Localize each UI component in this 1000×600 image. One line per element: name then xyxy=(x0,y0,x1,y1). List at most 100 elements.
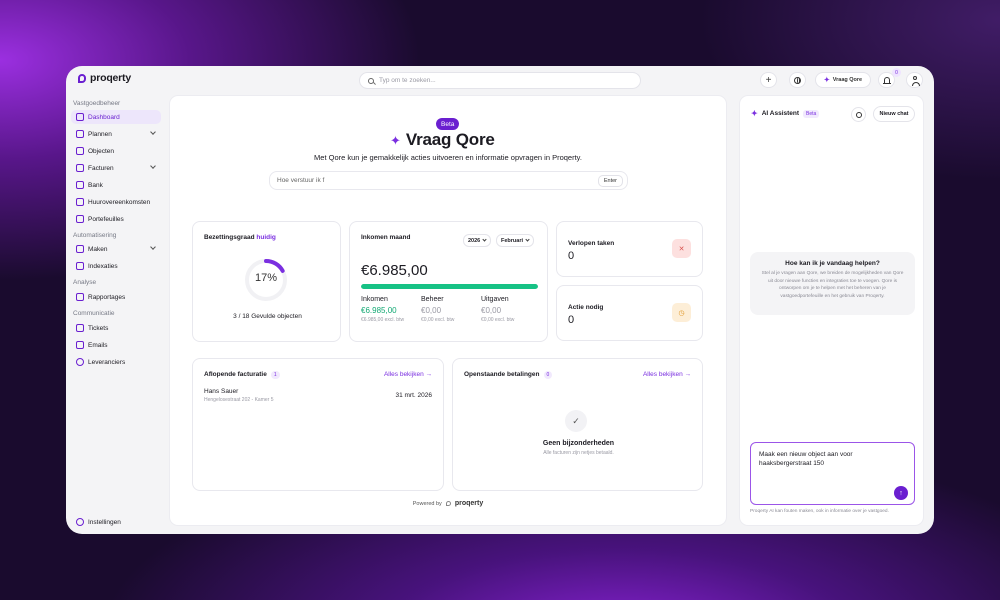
see-all-link[interactable]: Alles bekijken → xyxy=(384,371,432,378)
sparkle-icon: ✦ xyxy=(823,77,830,84)
sidebar-item-facturen[interactable]: Facturen xyxy=(71,161,161,175)
clock-icon xyxy=(855,111,862,118)
ask-input[interactable]: Hoe verstuur ik f Enter xyxy=(269,171,628,190)
section-communicatie: Communicatie xyxy=(73,310,115,317)
sidebar-item-indexaties[interactable]: Indexaties xyxy=(71,259,161,273)
income-column-beheer: Beheer €0,00 €0,00 excl. btw xyxy=(421,296,454,323)
profile-button[interactable] xyxy=(906,72,923,88)
chevron-down-icon xyxy=(150,244,156,250)
year-value: 2026 xyxy=(468,237,481,244)
card-title-text: Aflopende facturatie xyxy=(204,371,267,378)
column-excl: €0,00 excl. btw xyxy=(481,317,515,323)
top-bar: proqerty Typ om te zoeken... + ✦ Vraag Q… xyxy=(66,66,934,94)
section-automatisering: Automatisering xyxy=(73,232,117,239)
language-button[interactable] xyxy=(789,72,806,88)
column-value: €6.985,00 xyxy=(361,306,397,315)
ticket-icon xyxy=(76,324,84,332)
sidebar-item-huurovereenkomsten[interactable]: Huurovereenkomsten xyxy=(71,195,161,209)
hero-title: ✦ Vraag Qore xyxy=(390,130,495,150)
history-button[interactable] xyxy=(851,107,866,122)
ask-qore-label: Vraag Qore xyxy=(832,77,863,83)
month-value: Februari xyxy=(501,237,524,244)
occupancy-percent: 17% xyxy=(254,272,278,284)
ask-input-value: Hoe verstuur ik f xyxy=(277,177,325,184)
income-column-uitgaven: Uitgaven €0,00 €0,00 excl. btw xyxy=(481,296,514,323)
hero-subtitle: Met Qore kun je gemakkelijk acties uitvo… xyxy=(314,153,582,162)
notifications-badge: 0 xyxy=(892,68,901,77)
folder-icon xyxy=(76,215,84,223)
logo-text: proqerty xyxy=(90,72,131,84)
sidebar-item-label: Plannen xyxy=(88,130,112,138)
sidebar-item-portefeuilles[interactable]: Portefeuilles xyxy=(71,212,161,226)
powered-by: Powered by proqerty xyxy=(170,500,726,507)
income-title: Inkomen maand xyxy=(361,234,411,241)
expired-tasks-card[interactable]: Verlopen taken 0 ✕ xyxy=(556,221,703,277)
occupancy-ring: 17% xyxy=(243,257,289,303)
sidebar-item-plannen[interactable]: Plannen xyxy=(71,127,161,141)
open-payments-title: Openstaande betalingen 0 xyxy=(464,371,553,379)
action-needed-card[interactable]: Actie nodig 0 ◷ xyxy=(556,285,703,341)
column-label: Beheer xyxy=(421,296,444,303)
sidebar-item-maken[interactable]: Maken xyxy=(71,242,161,256)
proqerty-logo-icon xyxy=(78,73,86,83)
sidebar-item-bank[interactable]: Bank xyxy=(71,178,161,192)
bell-icon xyxy=(882,77,891,84)
tenant-name[interactable]: Hans Sauer xyxy=(204,388,238,395)
new-chat-button[interactable]: Nieuw chat xyxy=(873,106,915,122)
expiring-invoicing-card: Aflopende facturatie 1 Alles bekijken → H… xyxy=(192,358,444,491)
index-icon xyxy=(76,262,84,270)
sidebar-item-objecten[interactable]: Objecten xyxy=(71,144,161,158)
sidebar-item-label: Indexaties xyxy=(88,262,118,270)
sidebar-item-label: Facturen xyxy=(88,164,114,172)
see-all-link[interactable]: Alles bekijken → xyxy=(643,371,691,378)
ai-assistant-title: ✦ AI Assistent Beta xyxy=(751,109,820,118)
contract-icon xyxy=(76,198,84,206)
ask-qore-button[interactable]: ✦ Vraag Qore xyxy=(815,72,871,88)
month-select[interactable]: Februari xyxy=(496,234,535,247)
calendar-icon xyxy=(76,130,84,138)
sidebar-item-label: Emails xyxy=(88,341,108,349)
main-panel: Beta ✦ Vraag Qore Met Qore kun je gemakk… xyxy=(169,95,727,526)
help-text: Stel al je vragen aan Qore, we breiden d… xyxy=(761,271,904,299)
column-excl: €6.985,00 excl. btw xyxy=(361,317,405,323)
sidebar-item-rapportages[interactable]: Rapportages xyxy=(71,290,161,304)
year-select[interactable]: 2026 xyxy=(463,234,492,247)
sidebar-item-tickets[interactable]: Tickets xyxy=(71,321,161,335)
income-card: Inkomen maand 2026 Februari €6.985,00 In… xyxy=(349,221,548,342)
occupancy-card: Bezettingsgraad huidig 17% 3 / 18 Gevuld… xyxy=(192,221,341,342)
scrollbar[interactable] xyxy=(726,96,727,524)
sidebar-item-leveranciers[interactable]: Leveranciers xyxy=(71,355,161,369)
sidebar-item-label: Leveranciers xyxy=(88,358,126,366)
sidebar-item-instellingen[interactable]: Instellingen xyxy=(71,515,161,529)
sidebar: Vastgoedbeheer Dashboard Plannen Objecte… xyxy=(66,94,166,534)
send-button[interactable]: ↑ xyxy=(894,486,908,500)
column-value: €0,00 xyxy=(481,306,502,315)
income-progress-fill xyxy=(361,284,538,289)
empty-state-subtitle: Alle facturen zijn netjes betaald. xyxy=(543,450,614,456)
page-title: Vraag Qore xyxy=(405,130,495,149)
chevron-down-icon xyxy=(525,237,530,242)
check-icon: ✓ xyxy=(565,410,587,432)
chevron-down-icon xyxy=(150,163,156,169)
sidebar-item-dashboard[interactable]: Dashboard xyxy=(71,110,161,124)
sidebar-item-label: Huurovereenkomsten xyxy=(88,198,151,206)
add-button[interactable]: + xyxy=(760,72,777,88)
clock-icon: ◷ xyxy=(672,303,691,322)
logo[interactable]: proqerty xyxy=(78,72,131,84)
column-value: €0,00 xyxy=(421,306,442,315)
users-icon xyxy=(76,358,84,366)
chat-input[interactable]: Maak een nieuw object aan voor haaksberg… xyxy=(750,442,915,505)
proqerty-logo-icon xyxy=(445,501,451,506)
count-badge: 0 xyxy=(543,371,553,379)
help-card: Hoe kan ik je vandaag helpen? Stel al je… xyxy=(750,252,915,315)
enter-button[interactable]: Enter xyxy=(597,175,623,187)
occupancy-title: Bezettingsgraad xyxy=(204,234,255,241)
sidebar-item-emails[interactable]: Emails xyxy=(71,338,161,352)
sparkle-icon: ✦ xyxy=(390,132,401,148)
open-payments-card: Openstaande betalingen 0 Alles bekijken →… xyxy=(452,358,703,491)
income-column-inkomen: Inkomen €6.985,00 €6.985,00 excl. btw xyxy=(361,296,404,323)
search-input[interactable]: Typ om te zoeken... xyxy=(359,72,641,89)
column-excl: €0,00 excl. btw xyxy=(421,317,455,323)
mail-icon xyxy=(76,341,84,349)
section-vastgoedbeheer: Vastgoedbeheer xyxy=(73,100,121,107)
